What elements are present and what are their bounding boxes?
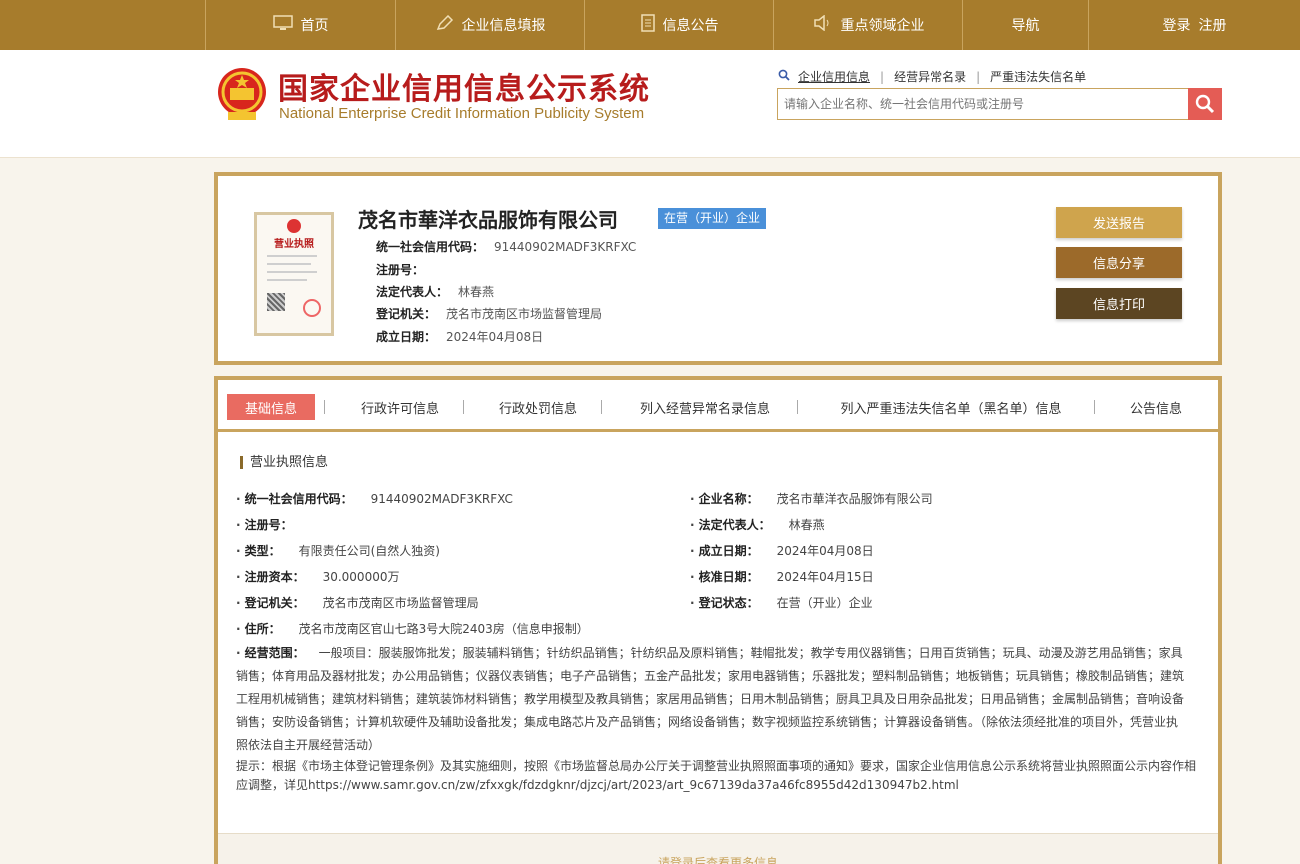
nav-key-fields-label: 重点领域企业 (840, 18, 925, 34)
nav-key-fields[interactable]: 重点领域企业 (773, 0, 963, 50)
search-type-abnormal[interactable]: 经营异常名录 (894, 68, 966, 85)
field-legal-rep: · 法定代表人： 林春燕 (690, 518, 825, 532)
search-type-credit[interactable]: 企业信用信息 (798, 68, 870, 85)
search-input[interactable] (778, 89, 1188, 119)
nav-announcements[interactable]: 信息公告 (584, 0, 774, 50)
notice-tip: 提示：根据《市场主体登记管理条例》及其实施细则，按照《市场监督总局办公厅关于调整… (236, 759, 1197, 792)
document-icon (640, 14, 655, 36)
summary-row-authority: 登记机关： 茂名市茂南区市场监督管理局 (376, 307, 603, 321)
monitor-icon (272, 15, 293, 35)
search-link-separator: | (976, 69, 981, 84)
field-reg-number: · 注册号： (236, 518, 293, 532)
tab-announcements[interactable]: 公告信息 (1108, 394, 1204, 420)
site-header: 国家企业信用信息公示系统 National Enterprise Credit … (0, 50, 1300, 158)
nav-enterprise-fill-label: 企业信息填报 (461, 18, 546, 34)
field-address: · 住所： 茂名市茂南区官山七路3号大院2403房（信息申报制） (236, 622, 589, 636)
license-title: 营业执照 (274, 239, 314, 250)
tab-abnormal-list[interactable]: 列入经营异常名录信息 (614, 394, 796, 420)
share-info-button[interactable]: 信息分享 (1056, 247, 1182, 278)
qr-code-icon (267, 293, 285, 311)
field-capital: · 注册资本： 30.000000万 (236, 570, 400, 584)
top-nav: 首页 企业信息填报 信息公告 重点领域企业 导航 登录 注册 (0, 0, 1300, 50)
summary-row-reg-number: 注册号： (376, 263, 425, 277)
field-authority: · 登记机关： 茂名市茂南区市场监督管理局 (236, 596, 479, 610)
company-summary-card: 营业执照 茂名市華洋衣品服饰有限公司 在营（开业）企业 统一社会信用代码： 914… (214, 172, 1222, 365)
summary-row-established: 成立日期： 2024年04月08日 (376, 330, 544, 344)
summary-row-credit-code: 统一社会信用代码： 91440902MADF3KRFXC (376, 240, 637, 254)
summary-row-legal-rep: 法定代表人： 林春燕 (376, 285, 495, 299)
field-reg-status: · 登记状态： 在营（开业）企业 (690, 596, 873, 610)
site-title-en: National Enterprise Credit Information P… (279, 105, 645, 122)
national-emblem-icon (216, 66, 268, 122)
tab-blacklist[interactable]: 列入严重违法失信名单（黑名单）信息 (810, 394, 1092, 420)
tab-basic-info[interactable]: 基础信息 (227, 394, 315, 420)
login-more-link[interactable]: 请登录后查看更多信息 (218, 854, 1218, 864)
field-company-name: · 企业名称： 茂名市華洋衣品服饰有限公司 (690, 492, 933, 506)
tab-admin-permit[interactable]: 行政许可信息 (338, 394, 462, 420)
field-established: · 成立日期： 2024年04月08日 (690, 544, 874, 558)
register-link[interactable]: 注册 (1199, 15, 1227, 35)
emblem-icon (287, 219, 301, 233)
tab-bar: 基础信息 行政许可信息 行政处罚信息 列入经营异常名录信息 列入严重违法失信名单… (218, 380, 1218, 432)
edit-icon (436, 14, 454, 35)
nav-announcements-label: 信息公告 (662, 18, 719, 34)
nav-home[interactable]: 首页 (205, 0, 395, 50)
login-link[interactable]: 登录 (1163, 15, 1191, 35)
section-title: 营业执照信息 (240, 456, 328, 469)
search-icon (778, 69, 790, 85)
send-report-button[interactable]: 发送报告 (1056, 207, 1182, 238)
business-license-thumbnail[interactable]: 营业执照 (254, 212, 334, 336)
field-type: · 类型： 有限责任公司(自然人独资) (236, 544, 440, 558)
search-type-links: 企业信用信息 | 经营异常名录 | 严重违法失信名单 (778, 68, 1096, 85)
nav-navigation-label: 导航 (1011, 18, 1040, 34)
nav-enterprise-fill[interactable]: 企业信息填报 (395, 0, 585, 50)
login-more-strip: 请登录后查看更多信息 (218, 833, 1218, 864)
tab-admin-penalty[interactable]: 行政处罚信息 (476, 394, 600, 420)
company-name: 茂名市華洋衣品服饰有限公司 (358, 208, 618, 232)
speaker-icon (813, 14, 833, 35)
print-info-button[interactable]: 信息打印 (1056, 288, 1182, 319)
login-register: 登录 注册 (1088, 0, 1300, 50)
search-type-blacklist[interactable]: 严重违法失信名单 (990, 68, 1086, 85)
search-link-separator: | (880, 69, 885, 84)
site-title-cn: 国家企业信用信息公示系统 (278, 72, 650, 107)
field-approval-date: · 核准日期： 2024年04月15日 (690, 570, 874, 584)
stamp-icon (303, 299, 321, 317)
details-panel: 基础信息 行政许可信息 行政处罚信息 列入经营异常名录信息 列入严重违法失信名单… (214, 376, 1222, 864)
business-scope: · 经营范围： 一般项目：服装服饰批发；服装辅料销售；针纺织品销售；针纺织品及原料销… (236, 646, 1185, 752)
search-button[interactable] (1188, 88, 1222, 120)
search-box (777, 88, 1222, 120)
nav-home-label: 首页 (300, 18, 329, 34)
status-badge: 在营（开业）企业 (658, 208, 767, 229)
nav-navigation[interactable]: 导航 (962, 0, 1088, 50)
search-icon (1195, 94, 1215, 114)
field-credit-code: · 统一社会信用代码： 91440902MADF3KRFXC (236, 492, 513, 506)
